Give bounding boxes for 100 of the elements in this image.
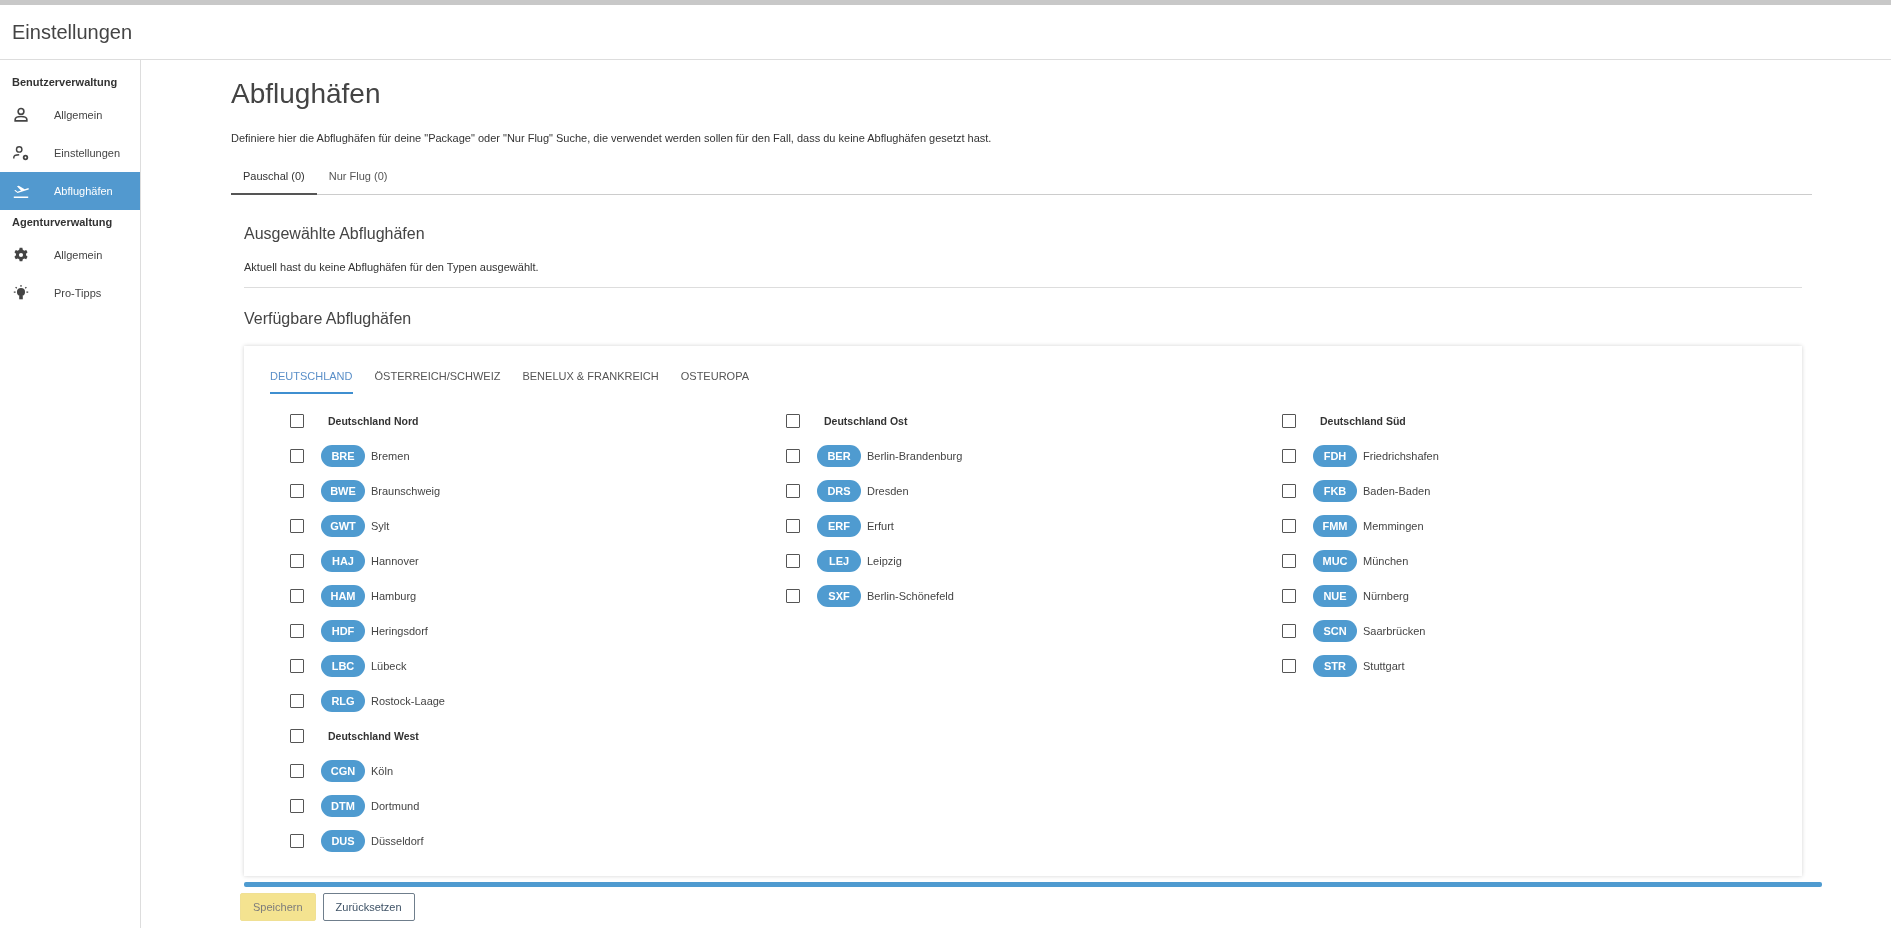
checkbox[interactable] xyxy=(290,413,304,428)
sidebar-item[interactable]: Allgemein xyxy=(0,96,140,134)
airport-name: Baden-Baden xyxy=(1363,484,1431,497)
sidebar-item[interactable]: Allgemein xyxy=(0,236,140,274)
airport-code-badge: DUS xyxy=(321,829,365,852)
gear-icon xyxy=(12,246,30,264)
checkbox[interactable] xyxy=(1282,518,1296,533)
region-tab[interactable]: DEUTSCHLAND xyxy=(270,364,353,394)
airport-code-badge: HAJ xyxy=(321,549,365,572)
checkbox[interactable] xyxy=(290,483,304,498)
checkbox[interactable] xyxy=(290,553,304,568)
airport-name: Hannover xyxy=(371,554,419,567)
checkbox[interactable] xyxy=(786,588,800,603)
airport-name: Memmingen xyxy=(1363,519,1424,532)
checkbox[interactable] xyxy=(1282,658,1296,673)
checkbox[interactable] xyxy=(1282,448,1296,463)
airport-name: Stuttgart xyxy=(1363,659,1405,672)
lightbulb-icon xyxy=(12,284,30,302)
airport-name: Berlin-Schönefeld xyxy=(867,589,954,602)
sidebar-item[interactable]: Einstellungen xyxy=(0,134,140,172)
page-description: Definiere hier die Abflughäfen für deine "Package" oder "Nur Flug" Suche, die verwendet werden sollen für den Fall, dass du keine Abflughäfen gesetzt hast. xyxy=(231,131,993,146)
airport-code-badge: BWE xyxy=(321,479,365,502)
airport-name: Leipzig xyxy=(867,554,902,567)
airport-code-badge: BER xyxy=(817,444,861,467)
checkbox[interactable] xyxy=(290,693,304,708)
group-label: Deutschland Ost xyxy=(824,414,908,427)
group-label: Deutschland West xyxy=(328,729,419,742)
region-tab[interactable]: BENELUX & FRANKREICH xyxy=(522,364,659,394)
checkbox[interactable] xyxy=(290,588,304,603)
airport-code-badge: DRS xyxy=(817,479,861,502)
airport-code-badge: STR xyxy=(1313,654,1357,677)
section-title: Verfügbare Abflughäfen xyxy=(244,309,413,329)
airport-name: Friedrichshafen xyxy=(1363,449,1439,462)
airport-name: Erfurt xyxy=(867,519,894,532)
region-tab[interactable]: OSTEUROPA xyxy=(680,364,749,394)
airport-code-badge: CGN xyxy=(321,759,365,782)
tab[interactable]: Nur Flug (0) xyxy=(316,160,400,195)
airport-code-badge: LEJ xyxy=(817,549,861,572)
section-title: Ausgewählte Abflughäfen xyxy=(244,224,426,244)
airport-name: Hamburg xyxy=(371,589,417,602)
user-icon xyxy=(12,106,30,124)
airport-code-badge: ERF xyxy=(817,514,861,537)
airport-code-badge: SCN xyxy=(1313,619,1357,642)
checkbox[interactable] xyxy=(290,763,304,778)
airport-code-badge: RLG xyxy=(321,689,365,712)
sidebar-section-title: Benutzerverwaltung xyxy=(11,75,119,90)
airport-code-badge: NUE xyxy=(1313,584,1357,607)
airport-name: Sylt xyxy=(371,519,390,532)
airport-code-badge: MUC xyxy=(1313,549,1357,572)
airport-name: Braunschweig xyxy=(371,484,441,497)
group-label: Deutschland Nord xyxy=(328,414,419,427)
airport-code-badge: FKB xyxy=(1313,479,1357,502)
checkbox[interactable] xyxy=(290,833,304,848)
airport-name: Düsseldorf xyxy=(371,834,424,847)
group-label: Deutschland Süd xyxy=(1320,414,1406,427)
checkbox[interactable] xyxy=(786,553,800,568)
checkbox[interactable] xyxy=(1282,623,1296,638)
empty-selection-text: Aktuell hast du keine Abflughäfen für den Typen ausgewählt. xyxy=(244,261,1802,288)
airport-name: Saarbrücken xyxy=(1363,624,1426,637)
checkbox[interactable] xyxy=(1282,588,1296,603)
airport-name: München xyxy=(1363,554,1409,567)
airport-name: Köln xyxy=(371,764,394,777)
airport-code-badge: LBC xyxy=(321,654,365,677)
checkbox[interactable] xyxy=(786,518,800,533)
airport-code-badge: HDF xyxy=(321,619,365,642)
sidebar-item[interactable]: Pro-Tipps xyxy=(0,274,140,312)
checkbox[interactable] xyxy=(786,483,800,498)
airport-name: Rostock-Laage xyxy=(371,694,445,707)
airport-name: Dresden xyxy=(867,484,909,497)
checkbox[interactable] xyxy=(1282,483,1296,498)
checkbox[interactable] xyxy=(786,448,800,463)
airport-name: Heringsdorf xyxy=(371,624,428,637)
reset-button[interactable]: Zurücksetzen xyxy=(322,893,415,921)
airport-code-badge: SXF xyxy=(817,584,861,607)
tab[interactable]: Pauschal (0) xyxy=(231,160,317,195)
checkbox[interactable] xyxy=(290,623,304,638)
airport-name: Berlin-Brandenburg xyxy=(867,449,963,462)
airport-name: Bremen xyxy=(371,449,410,462)
checkbox[interactable] xyxy=(290,658,304,673)
airport-name: Lübeck xyxy=(371,659,407,672)
airport-code-badge: FDH xyxy=(1313,444,1357,467)
airport-code-badge: BRE xyxy=(321,444,365,467)
user-gear-icon xyxy=(12,144,30,162)
checkbox[interactable] xyxy=(290,518,304,533)
sidebar-section-title: Agenturverwaltung xyxy=(11,215,114,230)
region-tab[interactable]: ÖSTERREICH/SCHWEIZ xyxy=(374,364,501,394)
airport-code-badge: DTM xyxy=(321,794,365,817)
airport-name: Nürnberg xyxy=(1363,589,1409,602)
checkbox[interactable] xyxy=(786,413,800,428)
checkbox[interactable] xyxy=(290,448,304,463)
checkbox[interactable] xyxy=(1282,553,1296,568)
airport-code-badge: FMM xyxy=(1313,514,1357,537)
airport-name: Dortmund xyxy=(371,799,420,812)
app-title: Einstellungen xyxy=(12,20,133,44)
airport-code-badge: GWT xyxy=(321,514,365,537)
airport-code-badge: HAM xyxy=(321,584,365,607)
checkbox[interactable] xyxy=(290,798,304,813)
page-title: Abflughäfen xyxy=(231,77,382,111)
checkbox[interactable] xyxy=(290,728,304,743)
checkbox[interactable] xyxy=(1282,413,1296,428)
